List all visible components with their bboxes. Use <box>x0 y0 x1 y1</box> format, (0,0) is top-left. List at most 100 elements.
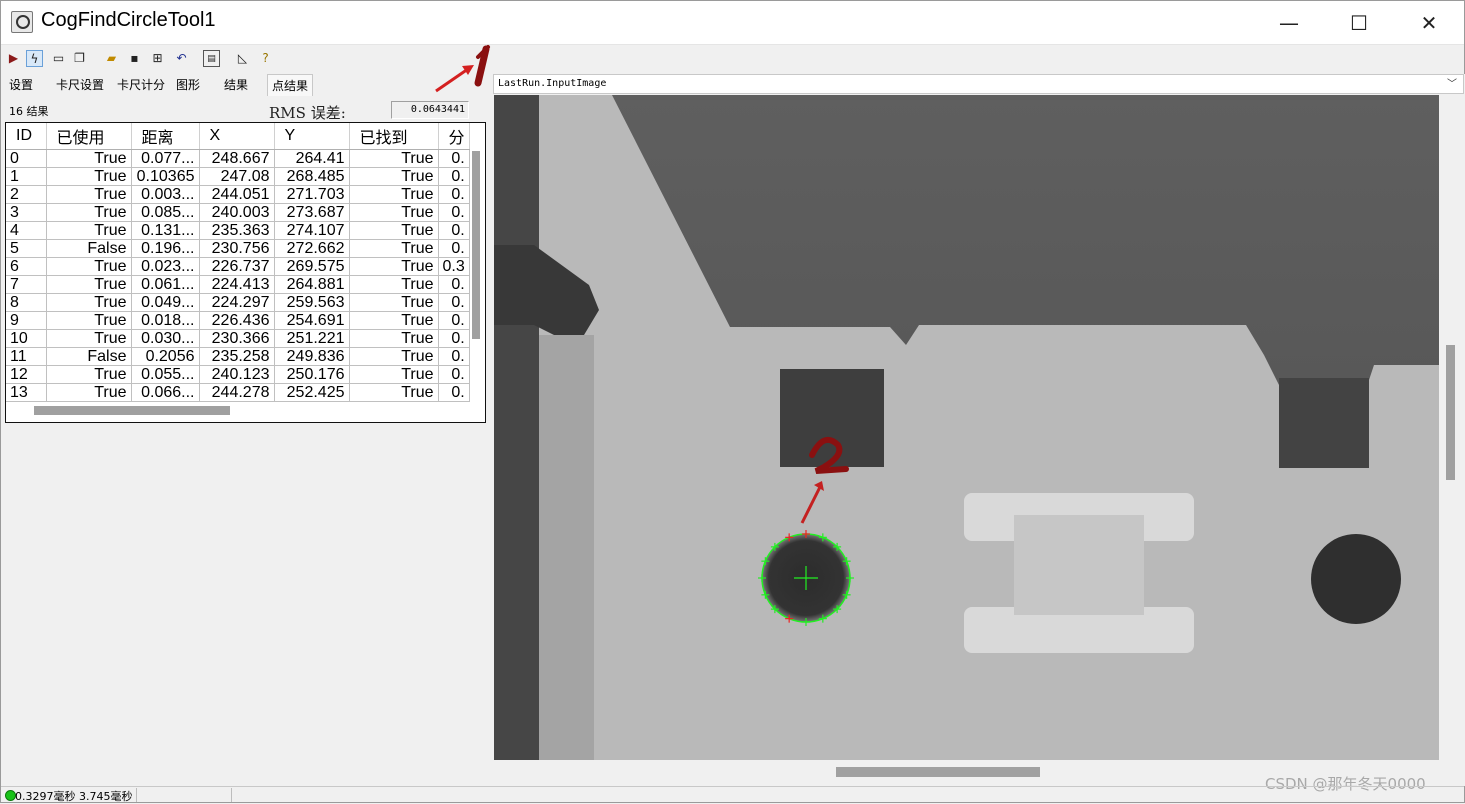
cell-distance[interactable]: 0.077... <box>131 149 200 168</box>
cell-id[interactable]: 0 <box>6 149 47 168</box>
cell-x[interactable]: 240.003 <box>199 203 275 222</box>
minimize-button[interactable]: — <box>1254 1 1324 45</box>
chevron-down-icon[interactable]: ﹀ <box>1447 76 1457 94</box>
table-row[interactable]: 9 True 0.018... 226.436 254.691 True 0. <box>6 311 470 330</box>
cell-used[interactable]: True <box>46 221 132 240</box>
cell-y[interactable]: 250.176 <box>274 365 350 384</box>
cell-y[interactable]: 254.691 <box>274 311 350 330</box>
cell-distance[interactable]: 0.030... <box>131 329 200 348</box>
cell-score[interactable]: 0. <box>438 149 470 168</box>
cell-distance[interactable]: 0.196... <box>131 239 200 258</box>
cell-distance[interactable]: 0.023... <box>131 257 200 276</box>
cell-y[interactable]: 249.836 <box>274 347 350 366</box>
cell-id[interactable]: 12 <box>6 365 47 384</box>
tab-results[interactable]: 结果 <box>220 74 252 96</box>
cell-score[interactable]: 0.3 <box>438 257 470 276</box>
cell-y[interactable]: 252.425 <box>274 383 350 402</box>
cell-found[interactable]: True <box>349 203 439 222</box>
cell-x[interactable]: 248.667 <box>199 149 275 168</box>
cell-score[interactable]: 0. <box>438 383 470 402</box>
cell-id[interactable]: 10 <box>6 329 47 348</box>
cell-score[interactable]: 0. <box>438 239 470 258</box>
network-icon[interactable]: ⊞ <box>149 50 166 67</box>
cell-y[interactable]: 264.41 <box>274 149 350 168</box>
tab-caliper-scoring[interactable]: 卡尺计分 <box>113 74 169 96</box>
cell-used[interactable]: True <box>46 365 132 384</box>
cell-used[interactable]: True <box>46 149 132 168</box>
table-row[interactable]: 10 True 0.030... 230.366 251.221 True 0. <box>6 329 470 348</box>
save-icon[interactable]: ▪ <box>126 50 143 67</box>
cell-id[interactable]: 4 <box>6 221 47 240</box>
cell-score[interactable]: 0. <box>438 167 470 186</box>
tab-settings[interactable]: 设置 <box>5 74 37 96</box>
cell-found[interactable]: True <box>349 347 439 366</box>
cell-y[interactable]: 271.703 <box>274 185 350 204</box>
cell-found[interactable]: True <box>349 239 439 258</box>
table-row[interactable]: 2 True 0.003... 244.051 271.703 True 0. <box>6 185 470 204</box>
table-row[interactable]: 5 False 0.196... 230.756 272.662 True 0. <box>6 239 470 258</box>
cell-id[interactable]: 7 <box>6 275 47 294</box>
cell-score[interactable]: 0. <box>438 365 470 384</box>
cell-id[interactable]: 2 <box>6 185 47 204</box>
cell-id[interactable]: 9 <box>6 311 47 330</box>
cell-x[interactable]: 224.413 <box>199 275 275 294</box>
cell-id[interactable]: 11 <box>6 347 47 366</box>
table-row[interactable]: 13 True 0.066... 244.278 252.425 True 0. <box>6 383 470 402</box>
cell-y[interactable]: 274.107 <box>274 221 350 240</box>
cell-distance[interactable]: 0.003... <box>131 185 200 204</box>
cell-used[interactable]: False <box>46 347 132 366</box>
cell-x[interactable]: 224.297 <box>199 293 275 312</box>
column-header-score[interactable]: 分 <box>438 123 470 150</box>
cell-found[interactable]: True <box>349 275 439 294</box>
image-source-select[interactable]: LastRun.InputImage ﹀ <box>493 74 1464 94</box>
cell-y[interactable]: 268.485 <box>274 167 350 186</box>
grid-horizontal-thumb[interactable] <box>34 406 230 415</box>
table-row[interactable]: 4 True 0.131... 235.363 274.107 True 0. <box>6 221 470 240</box>
cell-found[interactable]: True <box>349 185 439 204</box>
image-display[interactable] <box>494 95 1439 760</box>
help-icon[interactable]: ? <box>257 50 274 67</box>
maximize-button[interactable]: ☐ <box>1324 1 1394 45</box>
cell-used[interactable]: True <box>46 257 132 276</box>
cell-distance[interactable]: 0.131... <box>131 221 200 240</box>
calculator-icon[interactable]: ▤ <box>203 50 220 67</box>
cell-distance[interactable]: 0.10365 <box>131 167 200 186</box>
cell-found[interactable]: True <box>349 257 439 276</box>
cell-score[interactable]: 0. <box>438 275 470 294</box>
cell-y[interactable]: 269.575 <box>274 257 350 276</box>
cell-used[interactable]: True <box>46 383 132 402</box>
reset-icon[interactable]: ↶ <box>173 50 190 67</box>
column-header-x[interactable]: X <box>199 123 275 150</box>
cell-distance[interactable]: 0.066... <box>131 383 200 402</box>
cell-id[interactable]: 13 <box>6 383 47 402</box>
image-vertical-thumb[interactable] <box>1446 345 1455 480</box>
electric-icon[interactable]: ϟ <box>26 50 43 67</box>
cell-x[interactable]: 230.366 <box>199 329 275 348</box>
cell-distance[interactable]: 0.049... <box>131 293 200 312</box>
cell-y[interactable]: 273.687 <box>274 203 350 222</box>
cell-y[interactable]: 259.563 <box>274 293 350 312</box>
open-icon[interactable]: ▰ <box>103 50 120 67</box>
cell-used[interactable]: True <box>46 185 132 204</box>
table-row[interactable]: 1 True 0.10365 247.08 268.485 True 0. <box>6 167 470 186</box>
cell-distance[interactable]: 0.085... <box>131 203 200 222</box>
cell-x[interactable]: 235.363 <box>199 221 275 240</box>
cell-used[interactable]: True <box>46 167 132 186</box>
cell-score[interactable]: 0. <box>438 311 470 330</box>
cell-score[interactable]: 0. <box>438 185 470 204</box>
cell-used[interactable]: False <box>46 239 132 258</box>
cell-x[interactable]: 244.051 <box>199 185 275 204</box>
cell-distance[interactable]: 0.055... <box>131 365 200 384</box>
image-horizontal-thumb[interactable] <box>836 767 1040 777</box>
table-row[interactable]: 0 True 0.077... 248.667 264.41 True 0. <box>6 149 470 168</box>
cell-score[interactable]: 0. <box>438 347 470 366</box>
tab-graphics[interactable]: 图形 <box>172 74 204 96</box>
cell-y[interactable]: 251.221 <box>274 329 350 348</box>
cell-id[interactable]: 1 <box>6 167 47 186</box>
cell-score[interactable]: 0. <box>438 203 470 222</box>
run-icon[interactable]: ▶ <box>5 50 22 67</box>
grid-vertical-scrollbar[interactable] <box>471 149 481 397</box>
cell-score[interactable]: 0. <box>438 329 470 348</box>
image-vertical-scrollbar[interactable] <box>1443 95 1459 760</box>
cell-id[interactable]: 6 <box>6 257 47 276</box>
